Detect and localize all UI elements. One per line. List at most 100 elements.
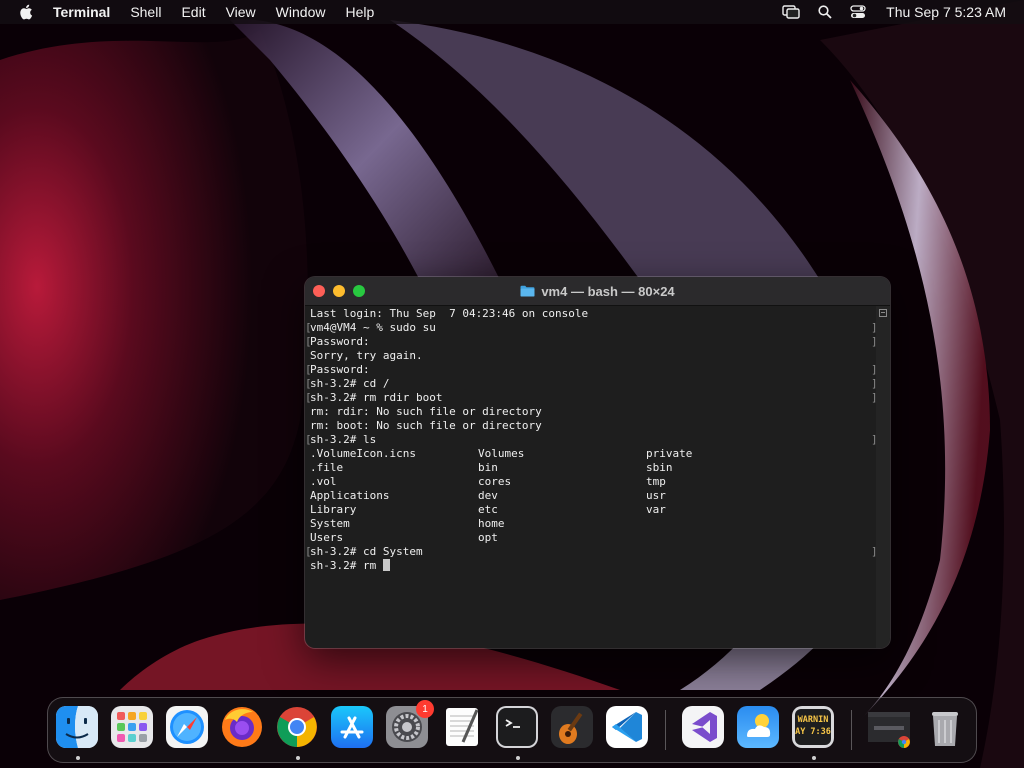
dock-chrome[interactable] — [276, 706, 320, 760]
running-indicator — [812, 756, 816, 760]
terminal-line: sh-3.2# cd System[] — [305, 545, 878, 559]
chrome-icon — [276, 706, 318, 748]
console-icon: WARNIN AY 7:36 — [792, 706, 834, 748]
dock-weather[interactable] — [737, 706, 781, 750]
ls-row: System home — [310, 517, 876, 531]
dock-terminal[interactable] — [496, 706, 540, 760]
window-controls — [313, 285, 373, 297]
ls-entry: bin — [478, 461, 498, 474]
apple-menu-icon[interactable] — [19, 4, 35, 20]
line-mark-left: [ — [305, 377, 312, 390]
dock-vscode[interactable] — [606, 706, 650, 750]
line-mark-left: [ — [305, 391, 312, 404]
ls-entry: Users — [310, 531, 344, 544]
terminal-title: vm4 — bash — 80×24 — [541, 283, 675, 299]
window-thumbnail-icon — [868, 706, 910, 748]
dock-system-settings[interactable]: 1 — [386, 700, 434, 750]
ls-row: .file bin sbin — [310, 461, 876, 475]
menu-clock[interactable]: Thu Sep 7 5:23 AM — [886, 4, 1006, 20]
menu-bar: Terminal Shell Edit View Window Help Thu… — [0, 0, 1024, 24]
terminal-line-text: vm4@VM4 ~ % sudo su — [310, 321, 436, 334]
line-mark-left: [ — [305, 433, 312, 446]
running-indicator — [296, 756, 300, 760]
control-center-icon[interactable] — [850, 5, 866, 19]
weather-icon — [737, 706, 779, 748]
dock-separator — [665, 710, 666, 750]
dock-minimized-chrome-window[interactable] — [868, 706, 912, 750]
ls-entry: tmp — [646, 475, 666, 488]
terminal-prompt: sh-3.2# rm — [310, 559, 383, 572]
vscode-icon — [606, 706, 648, 748]
ls-entry — [646, 517, 814, 531]
zoom-window-button[interactable] — [353, 285, 365, 297]
garageband-icon — [551, 706, 593, 748]
ls-row: Library etc var — [310, 503, 876, 517]
dock-trash[interactable] — [924, 706, 968, 750]
menu-shell[interactable]: Shell — [130, 4, 161, 20]
menu-view[interactable]: View — [226, 4, 256, 20]
terminal-window[interactable]: vm4 — bash — 80×24 Last login: Thu Sep 7… — [305, 277, 890, 648]
launchpad-icon — [111, 706, 153, 748]
dock: 1 WARNIN AY 7:36 — [47, 697, 977, 763]
dock-garageband[interactable] — [551, 706, 595, 750]
running-indicator — [516, 756, 520, 760]
ls-row: .VolumeIcon.icns Volumes private — [310, 447, 876, 461]
terminal-line-text: Password: — [310, 335, 370, 348]
line-mark-left: [ — [305, 363, 312, 376]
dock-textedit[interactable] — [441, 706, 485, 750]
ls-row: Applications dev usr — [310, 489, 876, 503]
terminal-prompt-line[interactable]: sh-3.2# rm — [310, 559, 876, 573]
menu-app-name[interactable]: Terminal — [53, 4, 110, 20]
terminal-line-text: rm: boot: No such file or directory — [310, 419, 542, 432]
ls-entry: Volumes — [478, 447, 525, 460]
dock-visual-studio[interactable] — [682, 706, 726, 750]
ls-entry: System — [310, 517, 350, 530]
terminal-line: Password:[] — [305, 335, 878, 349]
dock-console[interactable]: WARNIN AY 7:36 — [792, 706, 836, 760]
ls-entry: Library — [310, 503, 357, 516]
folder-icon — [520, 285, 535, 297]
terminal-output[interactable]: Last login: Thu Sep 7 04:23:46 on consol… — [305, 306, 878, 648]
line-mark-left: [ — [305, 335, 312, 348]
terminal-line-text: Last login: Thu Sep 7 04:23:46 on consol… — [310, 307, 589, 320]
terminal-line: sh-3.2# ls[] — [305, 433, 878, 447]
ls-entry: .file — [310, 461, 344, 474]
terminal-scrollbar[interactable] — [876, 306, 890, 648]
scrollbar-button-icon[interactable] — [879, 309, 887, 317]
text-cursor — [382, 559, 390, 571]
firefox-icon — [221, 706, 263, 748]
close-window-button[interactable] — [313, 285, 325, 297]
dock-launchpad[interactable] — [111, 706, 155, 750]
terminal-line: rm: rdir: No such file or directory — [310, 405, 876, 419]
dock-safari[interactable] — [166, 706, 210, 750]
dock-finder[interactable] — [56, 706, 100, 760]
ls-entry: Applications — [310, 489, 390, 502]
terminal-line: Password:[] — [305, 363, 878, 377]
menu-window[interactable]: Window — [276, 4, 326, 20]
terminal-line-text: sh-3.2# rm rdir boot — [310, 391, 443, 404]
ls-entry: private — [646, 447, 693, 460]
dock-app-store[interactable] — [331, 706, 375, 750]
terminal-line: sh-3.2# rm rdir boot[] — [305, 391, 878, 405]
notification-badge: 1 — [416, 700, 434, 718]
terminal-titlebar[interactable]: vm4 — bash — 80×24 — [305, 277, 890, 306]
ls-row: .vol cores tmp — [310, 475, 876, 489]
menu-edit[interactable]: Edit — [181, 4, 205, 20]
finder-icon — [56, 706, 98, 748]
ls-entry: dev — [478, 489, 498, 502]
window-mirroring-icon[interactable] — [782, 5, 800, 19]
terminal-line: Sorry, try again. — [310, 349, 876, 363]
ls-entry: usr — [646, 489, 666, 502]
ls-entry: .vol — [310, 475, 337, 488]
running-indicator — [76, 756, 80, 760]
terminal-line-text: Password: — [310, 363, 370, 376]
terminal-line: sh-3.2# cd /[] — [305, 377, 878, 391]
menu-status-area: Thu Sep 7 5:23 AM — [764, 0, 1006, 24]
dock-firefox[interactable] — [221, 706, 265, 750]
minimize-window-button[interactable] — [333, 285, 345, 297]
menu-help[interactable]: Help — [345, 4, 374, 20]
visual-studio-icon — [682, 706, 724, 748]
textedit-icon — [441, 706, 483, 748]
terminal-line-text: Sorry, try again. — [310, 349, 423, 362]
spotlight-search-icon[interactable] — [818, 5, 832, 19]
